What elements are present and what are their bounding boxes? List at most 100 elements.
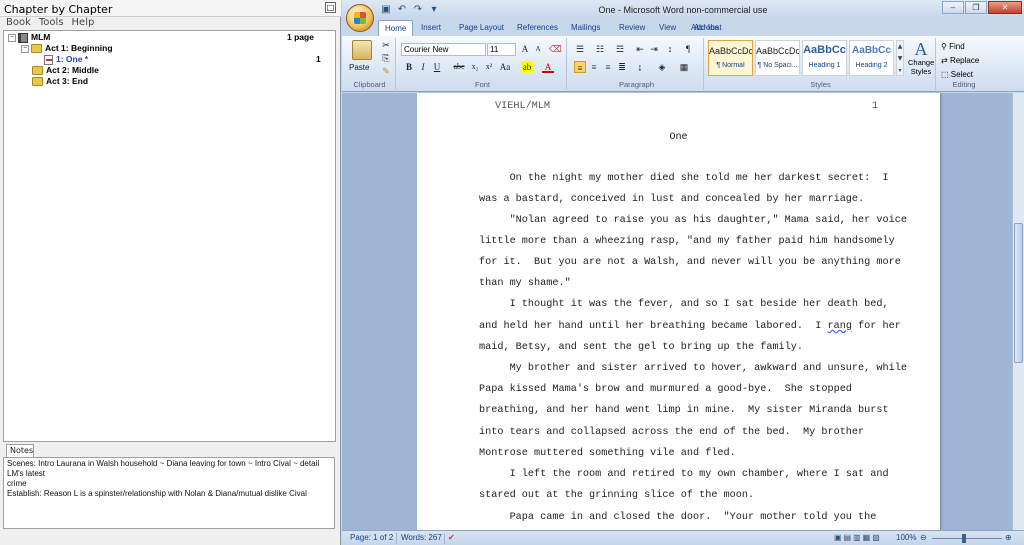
editing-group: ⚲ Find ⇄ Replace ⬚ Select Editing [938,38,990,90]
styles-group: AaBbCcDc ¶ Normal AaBbCcDc ¶ No Spaci...… [706,38,936,90]
page-indicator[interactable]: Page: 1 of 2 [350,531,393,545]
multilevel-list-icon[interactable]: ☲ [614,43,626,55]
word-count[interactable]: Words: 267 [401,531,442,545]
tree-item-act-1[interactable]: − Act 1: Beginning [21,43,113,54]
grow-font-icon[interactable]: A [519,43,531,55]
font-size-select[interactable]: 11 [487,43,516,56]
notes-textarea[interactable]: Scenes: Intro Laurana in Walsh household… [3,457,335,529]
style-heading-1[interactable]: AaBbCc Heading 1 [802,40,847,76]
vertical-scrollbar[interactable] [1012,93,1024,530]
menu-help[interactable]: Help [72,17,95,30]
clipboard-group-label: Clipboard [353,80,386,89]
close-button[interactable]: ✕ [988,1,1022,14]
document-page[interactable]: VIEHL/MLM 1 One On the night my mother d… [417,93,940,530]
text-line: Papa came in and closed the door. "Your … [479,512,877,523]
tab-view[interactable]: View [659,23,676,32]
misspelled-word[interactable]: rang [827,321,851,332]
format-painter-icon[interactable]: ✎ [380,65,392,77]
strikethrough-icon[interactable]: abc [453,61,465,73]
styles-group-label: Styles [810,80,831,89]
align-center-icon[interactable]: ≡ [588,61,600,73]
text-line: into tears and collapsed across the end … [479,427,865,438]
paste-icon[interactable] [352,40,372,60]
tab-insert[interactable]: Insert [421,23,441,32]
folder-icon [32,66,43,76]
line-spacing-icon[interactable]: ↨ [634,61,646,73]
tab-review[interactable]: Review [619,23,645,32]
paste-label[interactable]: Paste [349,63,369,72]
minimize-button[interactable]: – [942,1,964,14]
restore-button[interactable]: ❐ [965,1,987,14]
text-line: Montrose muttered something vile and fle… [479,448,736,459]
office-button[interactable] [346,4,374,32]
font-color-icon[interactable]: A [542,61,554,73]
subscript-icon[interactable]: x₂ [469,61,481,73]
borders-icon[interactable]: ▦ [678,61,690,73]
replace-icon: ⇄ [941,56,948,65]
collapse-icon[interactable]: − [21,44,29,53]
chapter-page-count: 1 [316,54,321,64]
show-marks-icon[interactable]: ¶ [682,43,694,55]
view-buttons[interactable]: ▣▤▥▦▧ [834,531,882,545]
menu-book[interactable]: Book [6,17,31,30]
replace-button[interactable]: ⇄ Replace [941,54,979,68]
zoom-in-icon[interactable]: ⊕ [1005,531,1012,545]
align-left-icon[interactable]: ≡ [574,61,586,73]
page-edit-icon [44,54,53,65]
zoom-level[interactable]: 100% [896,531,916,545]
find-button[interactable]: ⚲ Find [941,40,979,54]
binoculars-icon: ⚲ [941,42,947,51]
italic-icon[interactable]: I [417,61,429,73]
numbering-icon[interactable]: ☷ [594,43,606,55]
clear-formatting-icon[interactable]: ⌫ [549,43,562,55]
sort-icon[interactable]: ↕ [664,43,676,55]
notes-tab[interactable]: Notes [6,444,34,457]
tree-item-book[interactable]: − MLM [8,32,50,43]
tab-home[interactable]: Home [378,20,414,37]
tab-mailings[interactable]: Mailings [571,23,600,32]
superscript-icon[interactable]: x² [483,61,495,73]
font-name-select[interactable]: Courier New [401,43,486,56]
text-line: maid, Betsy, and sent the gel to bring u… [479,342,804,353]
zoom-slider[interactable] [932,538,1002,539]
align-right-icon[interactable]: ≡ [602,61,614,73]
text-line: stared out at the grinning slice of the … [479,490,755,501]
tab-page-layout[interactable]: Page Layout [459,23,504,32]
justify-icon[interactable]: ≣ [616,61,628,73]
bullets-icon[interactable]: ☰ [574,43,586,55]
style-normal[interactable]: AaBbCcDc ¶ Normal [708,40,753,76]
styles-scroll[interactable]: ▲ ▼ ▾ [896,40,904,76]
text-line: for it. But you are not a Walsh, and nev… [479,257,901,268]
shrink-font-icon[interactable]: A [532,43,544,55]
zoom-out-icon[interactable]: ⊖ [920,531,927,545]
highlight-icon[interactable]: ab [521,61,533,73]
tab-acrobat[interactable]: Acrobat [694,23,722,32]
change-styles-icon: A [914,39,928,59]
style-heading-2[interactable]: AaBbCc Heading 2 [849,40,894,76]
increase-indent-icon[interactable]: ⇥ [648,43,660,55]
collapse-icon[interactable]: − [8,33,16,42]
style-no-spacing[interactable]: AaBbCcDc ¶ No Spaci... [755,40,800,76]
tree-item-act-2[interactable]: Act 2: Middle [32,65,99,76]
change-case-icon[interactable]: Aa [499,61,511,73]
text-line: Papa kissed Mama's brow and murmured a g… [479,384,852,395]
zoom-slider-thumb[interactable] [962,534,966,543]
tree-item-act-3[interactable]: Act 3: End [32,76,88,87]
underline-icon[interactable]: U [431,61,443,73]
menu-tools[interactable]: Tools [39,17,64,30]
proofing-icon[interactable]: ✔ [448,531,455,545]
text-line: breathing, and her hand went limp in min… [479,405,889,416]
change-styles-button[interactable]: A Change Styles [908,40,934,76]
text-line: than my shame." [479,278,571,289]
tab-references[interactable]: References [517,23,558,32]
cut-icon[interactable]: ✂ [380,39,392,51]
tree-item-chapter-one[interactable]: 1: One * [44,54,88,65]
shading-icon[interactable]: ◈ [656,61,668,73]
scrollbar-thumb[interactable] [1014,223,1023,363]
decrease-indent-icon[interactable]: ⇤ [634,43,646,55]
notes-line: Establish: Reason L is a spinster/relati… [7,489,307,498]
maximize-icon[interactable]: □ [325,2,336,13]
pane-title-bar: Chapter by Chapter □ [0,0,341,17]
bold-icon[interactable]: B [403,61,415,73]
copy-icon[interactable]: ⎘ [380,52,392,64]
